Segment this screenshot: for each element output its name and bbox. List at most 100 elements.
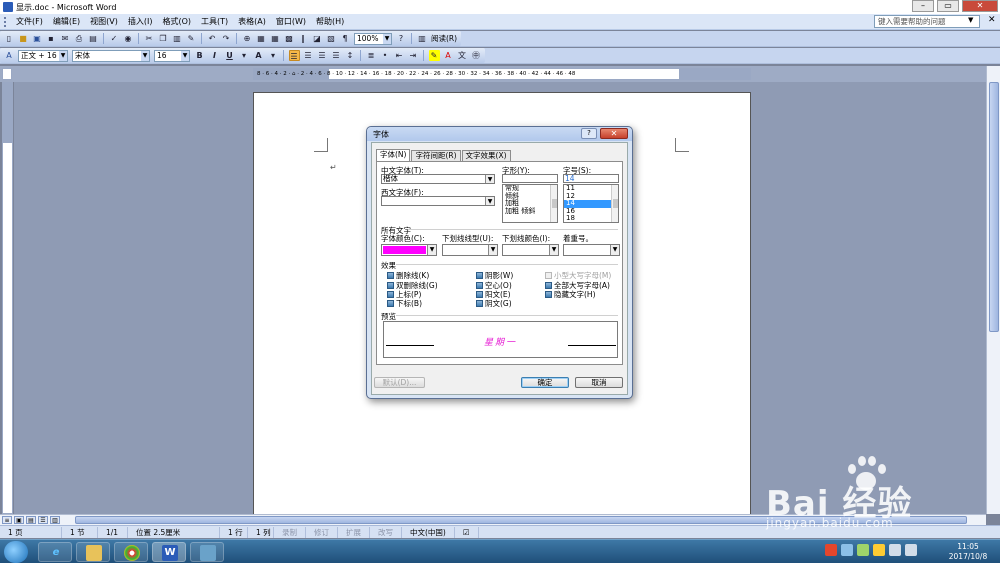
email-icon[interactable]: ✉ xyxy=(60,33,71,44)
numbering-icon[interactable]: ≣ xyxy=(366,50,377,61)
hyperlink-icon[interactable]: ⊕ xyxy=(242,33,253,44)
open-folder-icon[interactable]: ■ xyxy=(18,33,29,44)
dialog-title-bar[interactable]: 字体 ? ✕ xyxy=(367,127,632,141)
font-style-list[interactable]: 常规 倾斜 加粗 加粗 倾斜 xyxy=(502,184,558,223)
speaker-icon[interactable] xyxy=(889,544,901,556)
character-scale-button[interactable]: A xyxy=(253,50,265,61)
close-button[interactable]: ✕ xyxy=(962,0,998,12)
shield-icon[interactable] xyxy=(841,544,853,556)
menu-window[interactable]: 窗口(W) xyxy=(271,16,311,27)
dialog-help-button[interactable]: ? xyxy=(581,128,597,139)
west-font-select[interactable]: ▼ xyxy=(381,196,495,206)
taskbar-app[interactable] xyxy=(190,542,224,562)
bold-button[interactable]: B xyxy=(194,50,206,61)
align-left-icon[interactable]: ☰ xyxy=(288,50,300,61)
paste-icon[interactable]: ▥ xyxy=(172,33,183,44)
spelling-status-icon[interactable]: ☑ xyxy=(455,526,479,538)
read-mode-icon[interactable]: ▥ xyxy=(417,33,428,44)
character-shading-icon[interactable]: ▾ xyxy=(268,50,279,61)
minimize-button[interactable]: – xyxy=(912,0,934,12)
line-spacing-icon[interactable]: ↕ xyxy=(345,50,356,61)
hidden-checkbox[interactable]: 隐藏文字(H) xyxy=(545,289,596,300)
tab-selector[interactable] xyxy=(2,68,12,80)
save-icon[interactable]: ▣ xyxy=(32,33,43,44)
taskbar-word[interactable]: W xyxy=(152,542,186,562)
default-button[interactable]: 默认(D)... xyxy=(374,377,425,388)
outline-view-icon[interactable]: ☰ xyxy=(38,516,48,524)
tab-font[interactable]: 字体(N) xyxy=(376,149,411,161)
font-size-select[interactable]: 16 ▼ xyxy=(154,49,190,62)
subscript-checkbox[interactable]: 下标(B) xyxy=(387,298,422,309)
emphasis-select[interactable]: ▼ xyxy=(563,244,620,256)
undo-icon[interactable]: ↶ xyxy=(207,33,218,44)
engrave-checkbox[interactable]: 阴文(G) xyxy=(476,298,512,309)
list-scrollbar[interactable] xyxy=(550,185,557,222)
normal-view-icon[interactable]: ≡ xyxy=(2,516,12,524)
phonetic-guide-icon[interactable]: 文 xyxy=(457,50,468,61)
bullets-icon[interactable]: • xyxy=(380,50,391,61)
italic-button[interactable]: I xyxy=(209,50,221,61)
spelling-icon[interactable]: ✓ xyxy=(109,33,120,44)
read-mode-button[interactable]: 阅读(R) xyxy=(431,33,457,44)
scrollbar-thumb[interactable] xyxy=(552,199,557,208)
columns-icon[interactable]: ‖ xyxy=(298,33,309,44)
taskbar-browser[interactable] xyxy=(114,542,148,562)
format-painter-icon[interactable]: ✎ xyxy=(186,33,197,44)
maximize-button[interactable]: ▭ xyxy=(937,0,959,12)
status-overtype[interactable]: 改写 xyxy=(370,526,402,538)
ok-button[interactable]: 确定 xyxy=(521,377,569,388)
menu-view[interactable]: 视图(V) xyxy=(85,16,123,27)
clock[interactable]: 11:05 2017/10/8 xyxy=(940,542,996,562)
research-icon[interactable]: ◉ xyxy=(123,33,134,44)
start-button[interactable] xyxy=(4,541,28,563)
menu-insert[interactable]: 插入(I) xyxy=(123,16,158,27)
font-select[interactable]: 宋体 ▼ xyxy=(72,49,150,62)
reading-view-icon[interactable]: ▥ xyxy=(50,516,60,524)
show-hide-icon[interactable]: ¶ xyxy=(340,33,351,44)
decrease-indent-icon[interactable]: ⇤ xyxy=(394,50,405,61)
wifi-icon[interactable] xyxy=(873,544,885,556)
underline-color-select[interactable]: ▼ xyxy=(502,244,559,256)
horizontal-ruler[interactable]: 8 · 6 · 4 · 2 · ⌂ · 2 · 4 · 6 · 8 · 10 ·… xyxy=(253,68,751,80)
increase-indent-icon[interactable]: ⇥ xyxy=(408,50,419,61)
menu-help[interactable]: 帮助(H) xyxy=(311,16,349,27)
web-view-icon[interactable]: ▣ xyxy=(14,516,24,524)
tab-character-spacing[interactable]: 字符间距(R) xyxy=(411,150,461,161)
styles-icon[interactable]: A xyxy=(4,50,15,61)
document-close-icon[interactable]: ✕ xyxy=(988,15,996,25)
align-center-icon[interactable]: ☰ xyxy=(303,50,314,61)
insert-table-icon[interactable]: ▦ xyxy=(270,33,281,44)
zoom-select[interactable]: 100% ▼ xyxy=(354,32,392,45)
drawing-icon[interactable]: ◪ xyxy=(312,33,323,44)
font-style-input[interactable] xyxy=(502,174,558,183)
taskbar-explorer[interactable] xyxy=(76,542,110,562)
taskbar-ie[interactable]: e xyxy=(38,542,72,562)
highlight-icon[interactable]: ✎ xyxy=(428,50,440,61)
menu-file[interactable]: 文件(F) xyxy=(11,16,48,27)
font-size-list[interactable]: 11 12 14 16 18 xyxy=(563,184,619,223)
tables-borders-icon[interactable]: ▦ xyxy=(256,33,267,44)
help-icon[interactable]: ? xyxy=(396,33,407,44)
permission-icon[interactable]: ▪ xyxy=(46,33,57,44)
list-scrollbar[interactable] xyxy=(611,185,618,222)
style-select[interactable]: 正文 + 16 磅 ▼ xyxy=(18,49,68,62)
new-document-icon[interactable]: ▯ xyxy=(4,33,15,44)
underline-button[interactable]: U xyxy=(224,50,236,61)
help-search-input[interactable]: 键入需要帮助的问题 xyxy=(874,15,980,28)
chevron-down-icon[interactable]: ▾ xyxy=(239,50,250,61)
status-extend[interactable]: 扩展 xyxy=(338,526,370,538)
document-map-icon[interactable]: ▧ xyxy=(326,33,337,44)
font-color-select[interactable]: ▼ xyxy=(381,244,437,256)
print-preview-icon[interactable]: ▤ xyxy=(88,33,99,44)
dialog-close-button[interactable]: ✕ xyxy=(600,128,628,139)
insert-excel-icon[interactable]: ▩ xyxy=(284,33,295,44)
status-record[interactable]: 录制 xyxy=(274,526,306,538)
justify-icon[interactable]: ☰ xyxy=(331,50,342,61)
status-track[interactable]: 修订 xyxy=(306,526,338,538)
list-item[interactable]: 18 xyxy=(564,214,618,222)
print-icon[interactable]: ⎙ xyxy=(74,33,85,44)
vertical-scrollbar[interactable] xyxy=(986,66,1000,514)
print-view-icon[interactable]: ▤ xyxy=(26,516,36,524)
menu-table[interactable]: 表格(A) xyxy=(233,16,271,27)
underline-type-select[interactable]: ▼ xyxy=(442,244,498,256)
